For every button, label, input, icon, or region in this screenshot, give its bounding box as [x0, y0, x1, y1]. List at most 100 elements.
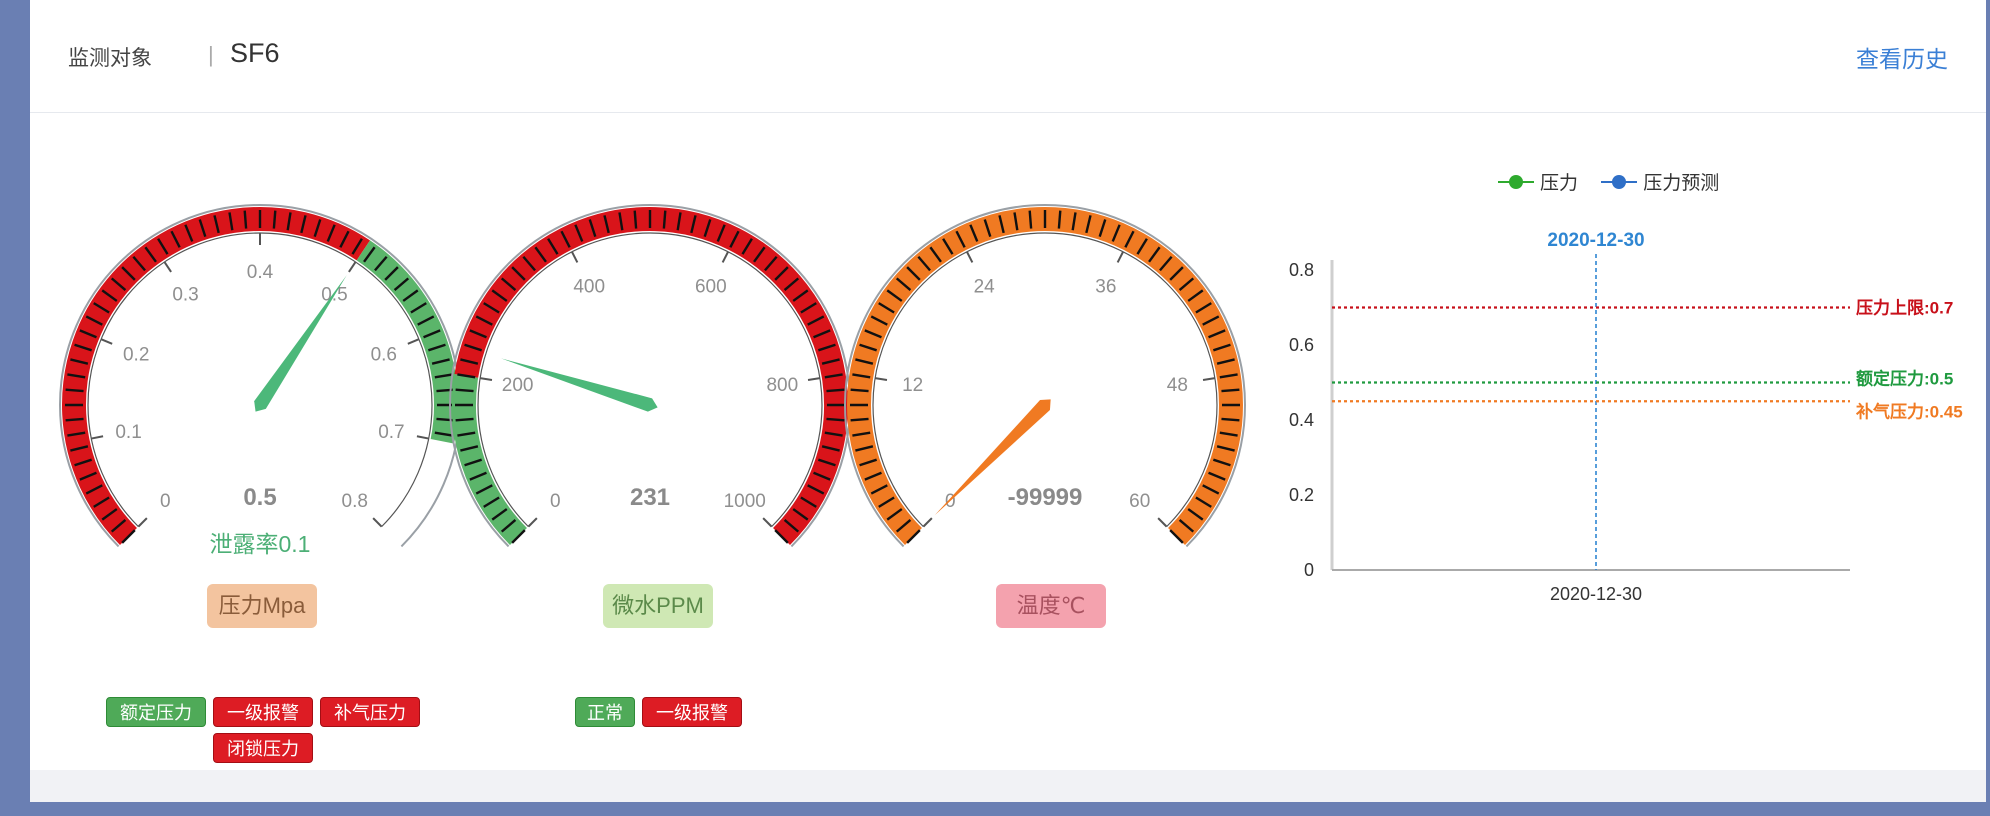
- header-separator: |: [208, 42, 214, 67]
- gauge-major-tick: [372, 517, 383, 528]
- monitor-object-value: SF6: [230, 38, 280, 68]
- gauge-minor-tick: [826, 417, 845, 422]
- chart-legend: 压力 压力预测: [1498, 168, 1737, 204]
- gauge-minor-tick: [272, 210, 277, 229]
- gauge-tick-label: 0.7: [378, 422, 404, 443]
- gauge-major-tick: [1202, 377, 1216, 381]
- gauge-tick-label: 48: [1167, 375, 1188, 396]
- legend-item-forecast[interactable]: 压力预测: [1601, 168, 1719, 195]
- monitor-object-label: 监测对象: [68, 47, 152, 70]
- gauge-tick-label: 12: [902, 375, 923, 396]
- y-tick-label: 0.8: [1289, 260, 1314, 280]
- gauge-tick-label: 60: [1129, 491, 1150, 512]
- pressure-unit-label: 压力Mpa: [207, 584, 317, 628]
- gauge-tick-label: 800: [766, 375, 798, 396]
- gauge-minor-tick: [455, 388, 474, 393]
- gauge-major-tick: [874, 377, 888, 381]
- gauge-major-tick: [91, 435, 104, 440]
- gauge-tick-label: 0.4: [247, 262, 274, 283]
- date-marker-label: 2020-12-30: [1547, 230, 1644, 251]
- gauge-minor-tick: [455, 417, 474, 422]
- gauge-minor-tick: [436, 388, 455, 393]
- gauge-major-tick: [762, 517, 773, 528]
- reference-line-label: 压力上限:0.7: [1856, 298, 1953, 318]
- gauge-tick-label: 1000: [724, 491, 766, 512]
- legend-forecast-label: 压力预测: [1643, 173, 1720, 194]
- legend-item-pressure[interactable]: 压力: [1498, 168, 1578, 195]
- y-tick-label: 0.4: [1289, 410, 1314, 430]
- temperature-gauge: 0 12 24 36 48 60 -99999: [844, 203, 1246, 548]
- legend-pressure-label: 压力: [1540, 173, 1579, 194]
- water-gauge: 0 200 400 600 800 1000 231: [449, 203, 851, 548]
- gauge-value: 0.5: [243, 484, 276, 511]
- gauge-major-tick: [721, 251, 729, 263]
- gauge-minor-tick: [1057, 210, 1062, 229]
- gauge-minor-tick: [826, 388, 845, 393]
- gauge-major-tick: [1157, 517, 1168, 528]
- gauge-minor-tick: [243, 210, 248, 229]
- gauge-major-tick: [571, 251, 579, 263]
- gauge-minor-tick: [436, 417, 455, 422]
- gauge-major-tick: [348, 261, 357, 273]
- gauge-major-tick: [100, 338, 113, 345]
- y-tick-label: 0.2: [1289, 485, 1314, 505]
- gauge-minor-tick: [850, 388, 869, 393]
- gauge-tick-label: 600: [695, 277, 727, 298]
- gauge-minor-tick: [65, 417, 84, 422]
- gauge-tick-label: 0: [945, 491, 956, 512]
- y-tick-label: 0: [1304, 560, 1314, 580]
- gauge-major-tick: [407, 338, 420, 345]
- gauge-tick-label: 0.3: [172, 285, 198, 306]
- gauge-minor-tick: [850, 417, 869, 422]
- gauge-minor-tick: [1221, 417, 1240, 422]
- pressure-chart: 0 0.2 0.4 0.6 0.8 2020-12-30 2020-12-30 压力上限:0.…: [1289, 230, 1963, 604]
- gauge-minor-tick: [662, 210, 667, 229]
- leak-rate-text: 泄露率0.1: [209, 531, 311, 557]
- temperature-unit-label: 温度℃: [996, 584, 1106, 628]
- level1-alarm-badge: 一级报警: [213, 697, 313, 727]
- legend-forecast-swatch: [1601, 174, 1638, 189]
- gauge-minor-tick: [65, 388, 84, 393]
- gauge-minor-tick: [1028, 210, 1033, 229]
- water-level1-alarm-badge: 一级报警: [642, 697, 742, 727]
- gauge-tick-label: 0.2: [123, 345, 149, 366]
- gauge-tick-label: 0: [160, 491, 171, 512]
- lockout-pressure-badge: 闭锁压力: [213, 733, 313, 763]
- water-unit-label: 微水PPM: [603, 584, 713, 628]
- gauge-major-tick: [416, 435, 429, 440]
- view-history-link[interactable]: 查看历史: [1856, 40, 1948, 74]
- gauge-band: [452, 374, 528, 546]
- gauge-tick-label: 36: [1095, 277, 1116, 298]
- gauge-major-tick: [479, 377, 493, 381]
- x-tick-label: 2020-12-30: [1550, 584, 1642, 604]
- gauge-major-tick: [966, 251, 974, 263]
- monitor-panel: 监测对象 | SF6 查看历史 0 0.1 0.2 0.3 0.4 0.5 0.6 0.7 0.…: [30, 0, 1986, 802]
- refill-pressure-badge: 补气压力: [320, 697, 420, 727]
- reference-line-label: 额定压力:0.5: [1856, 369, 1953, 389]
- gauge-value: 231: [630, 484, 670, 511]
- panel-header: 监测对象 | SF6 查看历史: [30, 0, 1986, 113]
- gauge-major-tick: [1116, 251, 1124, 263]
- gauge-major-tick: [527, 517, 538, 528]
- y-tick-label: 0.6: [1289, 335, 1314, 355]
- reference-line-label: 补气压力:0.45: [1855, 401, 1963, 421]
- gauge-major-tick: [807, 377, 821, 381]
- gauge-major-tick: [137, 517, 148, 528]
- gauge-tick-label: 200: [502, 375, 534, 396]
- gauge-tick-label: 0: [550, 491, 561, 512]
- gauge-tick-label: 24: [974, 277, 996, 298]
- gauge-tick-label: 0.1: [115, 422, 141, 443]
- gauge-tick-label: 400: [573, 277, 605, 298]
- gauge-major-tick: [163, 261, 172, 273]
- gauge-tick-label: 0.8: [342, 491, 368, 512]
- gauge-value: -99999: [1008, 484, 1083, 511]
- gauge-major-tick: [922, 517, 933, 528]
- gauge-band: [62, 207, 370, 545]
- rated-pressure-badge: 额定压力: [106, 697, 206, 727]
- gauge-pointer: [254, 275, 347, 412]
- gauge-minor-tick: [1221, 388, 1240, 393]
- pressure-gauge: 00.10.20.30.40.50.60.70.80.5: [59, 203, 461, 548]
- legend-pressure-swatch: [1498, 174, 1534, 189]
- gauge-tick-label: 0.6: [371, 345, 397, 366]
- footer-strip: [30, 770, 1986, 802]
